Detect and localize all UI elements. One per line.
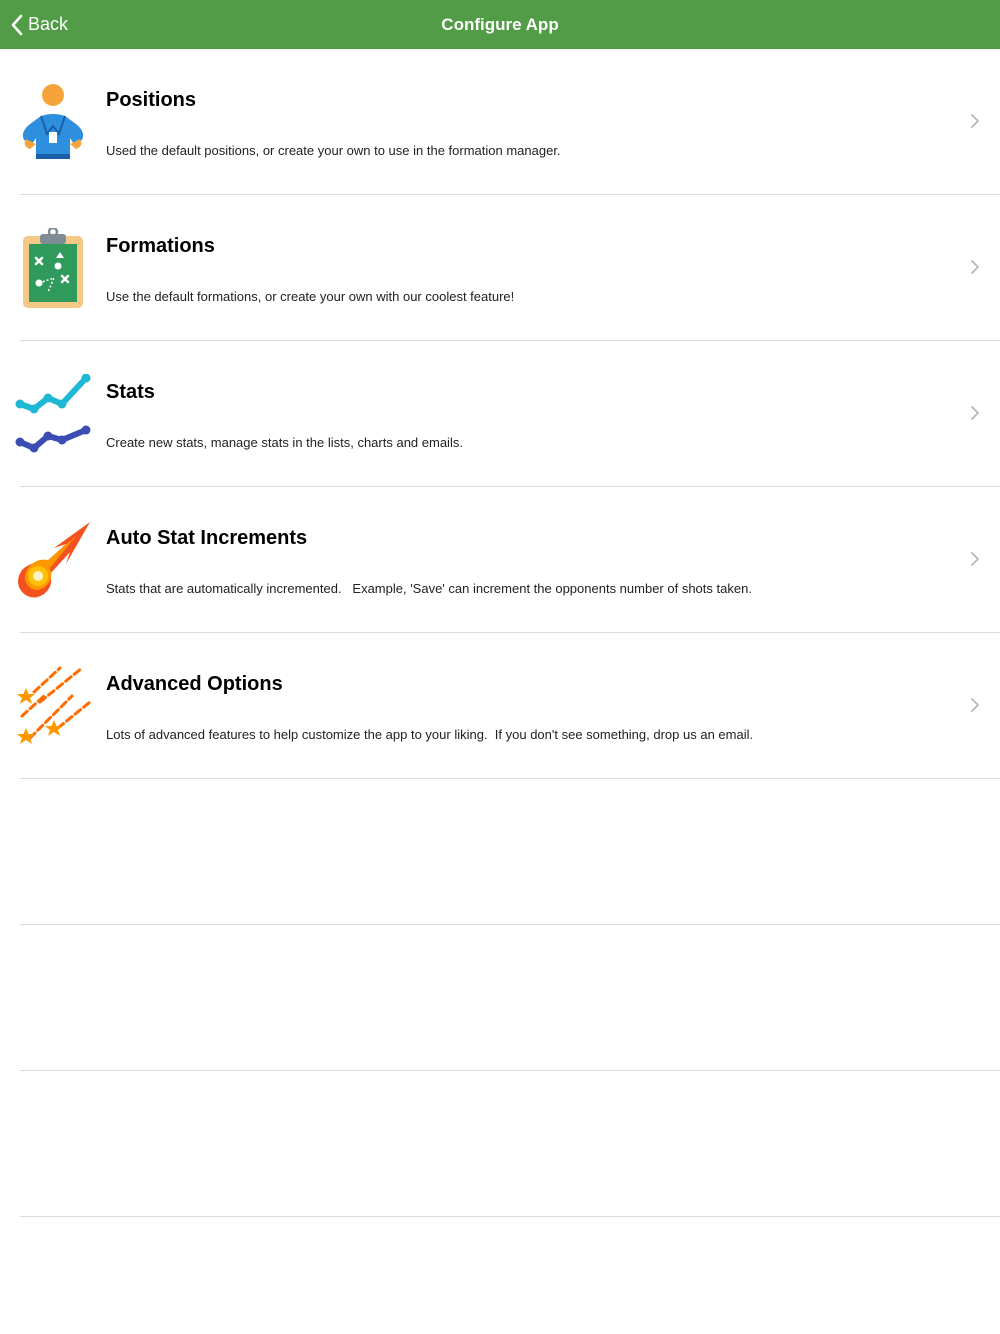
list-item-advanced-options[interactable]: Advanced Options Lots of advanced featur…: [0, 633, 1000, 779]
comet-icon: [18, 522, 90, 598]
chevron-right-icon: [971, 406, 979, 420]
clipboard-tactics-icon: [23, 228, 83, 308]
navigation-bar: Back Configure App: [0, 0, 1000, 49]
chevron-right-icon: [971, 698, 979, 712]
settings-list: Positions Used the default positions, or…: [0, 49, 1000, 1217]
item-title: Auto Stat Increments: [106, 527, 308, 549]
page-title: Configure App: [441, 15, 559, 34]
empty-row: [0, 925, 1000, 1071]
item-description: Create new stats, manage stats in the li…: [106, 435, 463, 450]
back-button[interactable]: Back: [10, 0, 68, 49]
item-description: Use the default formations, or create yo…: [106, 289, 515, 304]
line-chart-icon: [15, 374, 91, 453]
back-label: Back: [28, 14, 69, 34]
list-item-auto-stat-increments[interactable]: Auto Stat Increments Stats that are auto…: [0, 487, 1000, 633]
item-title: Formations: [106, 235, 215, 257]
list-item-formations[interactable]: Formations Use the default formations, o…: [0, 195, 1000, 341]
chevron-right-icon: [971, 114, 979, 128]
item-title: Positions: [106, 89, 197, 111]
chevron-right-icon: [971, 260, 979, 274]
coach-person-icon: [22, 84, 84, 159]
item-title: Advanced Options: [106, 673, 283, 695]
item-description: Lots of advanced features to help custom…: [106, 727, 754, 742]
item-description: Stats that are automatically incremented…: [106, 581, 752, 596]
item-description: Used the default positions, or create yo…: [106, 143, 561, 158]
item-title: Stats: [106, 381, 155, 403]
list-item-stats[interactable]: Stats Create new stats, manage stats in …: [0, 341, 1000, 487]
chevron-left-icon: [11, 14, 23, 35]
row-divider: [20, 1216, 1000, 1217]
chevron-right-icon: [971, 552, 979, 566]
empty-row: [0, 779, 1000, 925]
list-item-positions[interactable]: Positions Used the default positions, or…: [0, 49, 1000, 195]
empty-row: [0, 1071, 1000, 1217]
shooting-stars-icon: [17, 666, 92, 744]
